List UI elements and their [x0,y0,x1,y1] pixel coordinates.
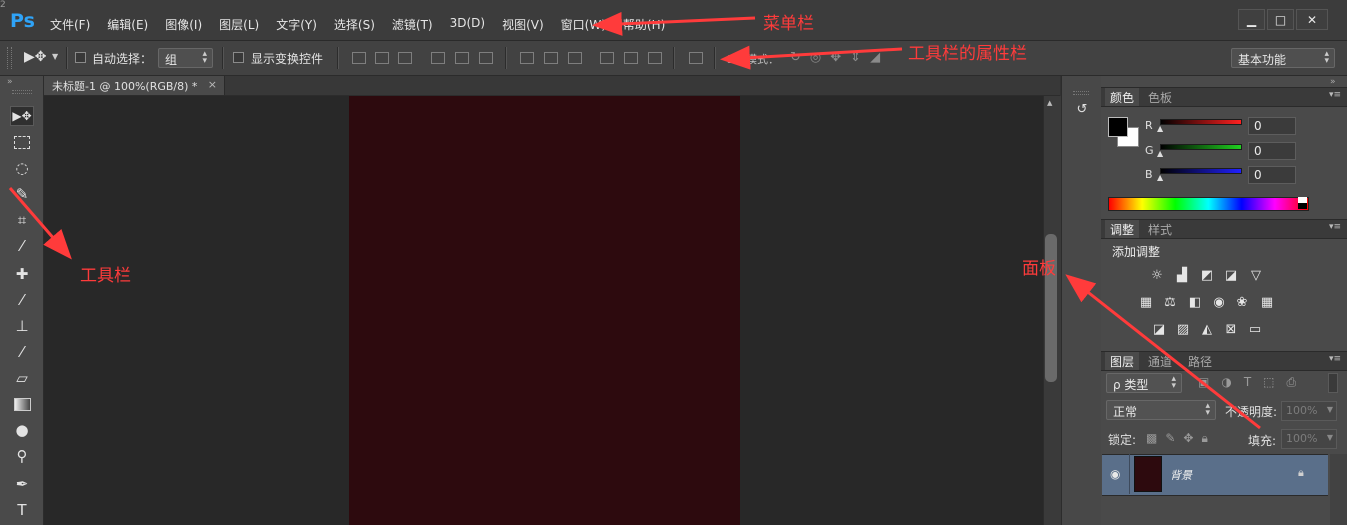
annotation-options-bar: 工具栏的属性栏 [908,44,1027,64]
annotation-panels: 面板 [1022,259,1056,279]
annotation-menu-bar: 菜单栏 [763,14,814,34]
options-bar-arrow [720,45,903,70]
menu-bar-arrow [592,11,756,36]
panels-arrow [1065,274,1261,430]
toolbar-arrow [8,187,72,260]
annotation-arrows [8,11,1261,430]
annotation-toolbar: 工具栏 [80,266,131,286]
